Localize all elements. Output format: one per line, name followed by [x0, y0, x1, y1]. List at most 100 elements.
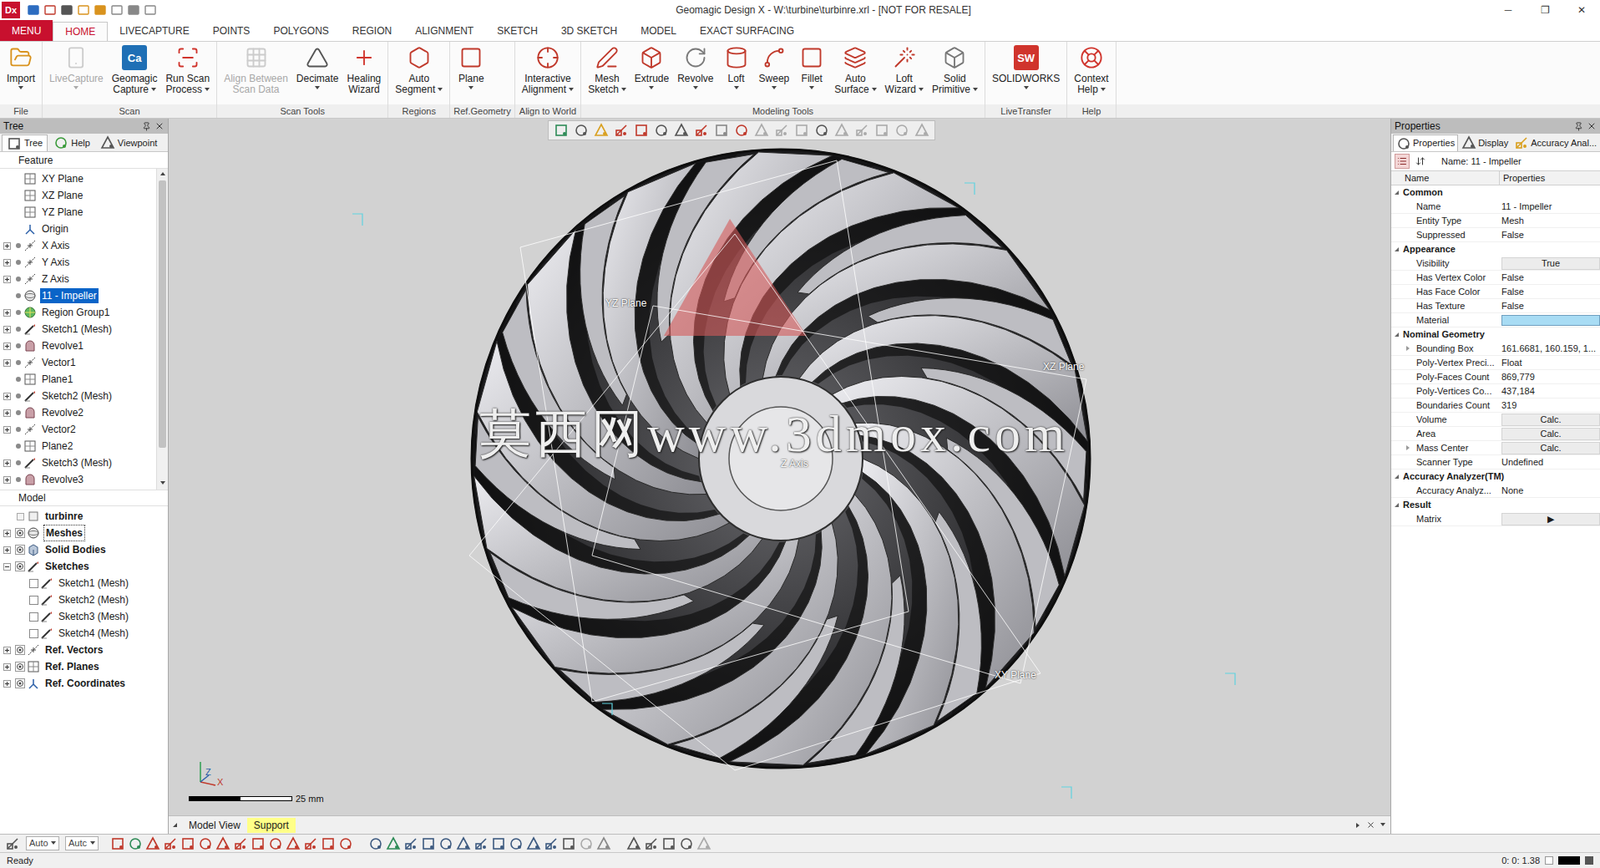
tree-item[interactable]: Origin: [0, 220, 157, 238]
tree-item[interactable]: Sketch2 (Mesh): [0, 591, 168, 608]
property-button[interactable]: True: [1501, 257, 1600, 270]
filter-icon[interactable]: [197, 835, 213, 851]
menu-button[interactable]: MENU: [0, 20, 53, 41]
ribbon-button[interactable]: SolidPrimitive: [927, 44, 983, 96]
property-row[interactable]: VisibilityTrue: [1391, 256, 1600, 271]
tab-icon[interactable]: [1396, 136, 1412, 152]
ribbon-tab[interactable]: 3D SKETCH: [549, 20, 629, 41]
eye-icon[interactable]: [15, 678, 26, 689]
ribbon-button[interactable]: Fillet: [793, 44, 831, 93]
tree-item[interactable]: Sketch3 (Mesh): [0, 607, 168, 625]
view-tool-icon[interactable]: [653, 122, 669, 138]
tool-icon[interactable]: [596, 835, 612, 851]
ribbon-button[interactable]: LoftWizard: [881, 44, 928, 96]
view-tool-icon[interactable]: [814, 122, 830, 138]
filter-icon[interactable]: [303, 835, 319, 851]
expand-icon[interactable]: [3, 275, 11, 284]
tree-item[interactable]: Revolve1: [0, 337, 157, 355]
view-tool-icon[interactable]: [794, 122, 810, 138]
visibility-dot[interactable]: [15, 243, 21, 249]
property-section-header[interactable]: Result: [1391, 497, 1600, 512]
property-row[interactable]: Poly-Faces Count869,779: [1391, 369, 1600, 385]
property-row[interactable]: Matrix▶: [1391, 511, 1600, 527]
tree-item[interactable]: turbinre: [0, 507, 168, 525]
property-row[interactable]: SuppressedFalse: [1391, 227, 1600, 243]
ribbon-tab[interactable]: LIVECAPTURE: [107, 20, 201, 41]
filter-icon[interactable]: [285, 835, 301, 851]
property-section-header[interactable]: Common: [1391, 185, 1600, 200]
close-icon[interactable]: [1586, 121, 1597, 132]
tree-item[interactable]: 11 - Impeller: [0, 287, 157, 304]
expand-icon[interactable]: [3, 342, 11, 350]
filter-icon[interactable]: [145, 835, 161, 851]
visibility-dot[interactable]: [15, 293, 21, 299]
ribbon-button[interactable]: Revolve: [673, 44, 718, 93]
tree-item[interactable]: Vector1: [0, 354, 157, 371]
ribbon-button[interactable]: Sweep: [754, 44, 795, 93]
expand-icon[interactable]: [3, 663, 11, 671]
tree-item[interactable]: Sketch3 (Mesh): [0, 454, 157, 471]
property-row[interactable]: AreaCalc.: [1391, 426, 1600, 441]
view-tool-icon[interactable]: [693, 122, 709, 138]
view-tool-icon[interactable]: [573, 122, 589, 138]
tool-icon[interactable]: [420, 835, 436, 851]
quick-access-icon[interactable]: [93, 3, 107, 17]
view-tool-icon[interactable]: [713, 122, 730, 138]
quick-access-icon[interactable]: [126, 3, 141, 17]
filter-icon[interactable]: [162, 835, 178, 851]
ribbon-button[interactable]: Extrude: [630, 44, 674, 93]
eye-icon[interactable]: [15, 644, 26, 655]
visibility-dot[interactable]: [15, 376, 21, 382]
property-section-header[interactable]: Accuracy Analyzer(TM): [1391, 469, 1600, 484]
sort-button[interactable]: [1412, 153, 1428, 169]
view-tool-icon[interactable]: [593, 122, 609, 138]
scrollbar[interactable]: [156, 168, 168, 490]
property-button[interactable]: Calc.: [1501, 413, 1600, 426]
ribbon-tab[interactable]: SKETCH: [485, 20, 550, 41]
view-tool-icon[interactable]: [914, 122, 930, 138]
ribbon-button[interactable]: Plane: [452, 44, 490, 93]
expand-icon[interactable]: [3, 325, 11, 334]
expand-icon[interactable]: [3, 242, 11, 250]
eye-icon[interactable]: [15, 527, 26, 538]
panel-tab[interactable]: Properties: [1392, 134, 1459, 152]
ribbon-tab[interactable]: REGION: [340, 20, 404, 41]
ribbon-tab[interactable]: EXACT SURFACING: [688, 20, 806, 41]
property-row[interactable]: Bounding Box161.6681, 160.159, 1...: [1391, 341, 1600, 356]
panel-tab[interactable]: Accuracy Anal...: [1511, 134, 1600, 152]
ribbon-button[interactable]: Align BetweenScan Data: [219, 44, 293, 96]
property-row[interactable]: Has Vertex ColorFalse: [1391, 270, 1600, 285]
filter-icon[interactable]: [110, 835, 126, 851]
expand-icon[interactable]: [3, 459, 11, 467]
ribbon-button[interactable]: HealingWizard: [343, 44, 386, 96]
view-tool-icon[interactable]: [673, 122, 689, 138]
tab-icon[interactable]: [1513, 135, 1530, 151]
expand-icon[interactable]: [3, 529, 11, 537]
tree-item[interactable]: Sketch2 (Mesh): [0, 387, 157, 405]
filter-icon[interactable]: [250, 835, 266, 851]
expand-icon[interactable]: [3, 392, 11, 400]
property-button[interactable]: Calc.: [1501, 427, 1600, 441]
visibility-dot[interactable]: [15, 259, 21, 265]
tree-item[interactable]: XY Plane: [0, 170, 157, 188]
filter-icon[interactable]: [320, 835, 336, 851]
ribbon-button[interactable]: Loft: [718, 44, 755, 93]
ribbon-button[interactable]: InteractiveAlignment: [517, 44, 578, 96]
filter-icon[interactable]: [338, 835, 354, 851]
tree-item[interactable]: Sketch1 (Mesh): [0, 320, 157, 338]
close-icon[interactable]: [154, 121, 165, 132]
view-tool-icon[interactable]: [834, 122, 850, 138]
visibility-dot[interactable]: [15, 460, 21, 466]
expand-icon[interactable]: [3, 308, 11, 317]
property-row[interactable]: Mass CenterCalc.: [1391, 440, 1600, 456]
property-row[interactable]: Entity TypeMesh: [1391, 213, 1600, 228]
view-tool-icon[interactable]: [613, 122, 629, 138]
ribbon-button[interactable]: Import: [2, 44, 40, 93]
tool-icon[interactable]: [508, 835, 524, 851]
view-tab[interactable]: Support: [247, 817, 296, 833]
tree-item[interactable]: Revolve3: [0, 470, 157, 488]
visibility-dot[interactable]: [15, 476, 21, 482]
tree-item[interactable]: Plane1: [0, 370, 157, 388]
tab-icon[interactable]: [53, 135, 69, 151]
visibility-dot[interactable]: [15, 443, 21, 449]
